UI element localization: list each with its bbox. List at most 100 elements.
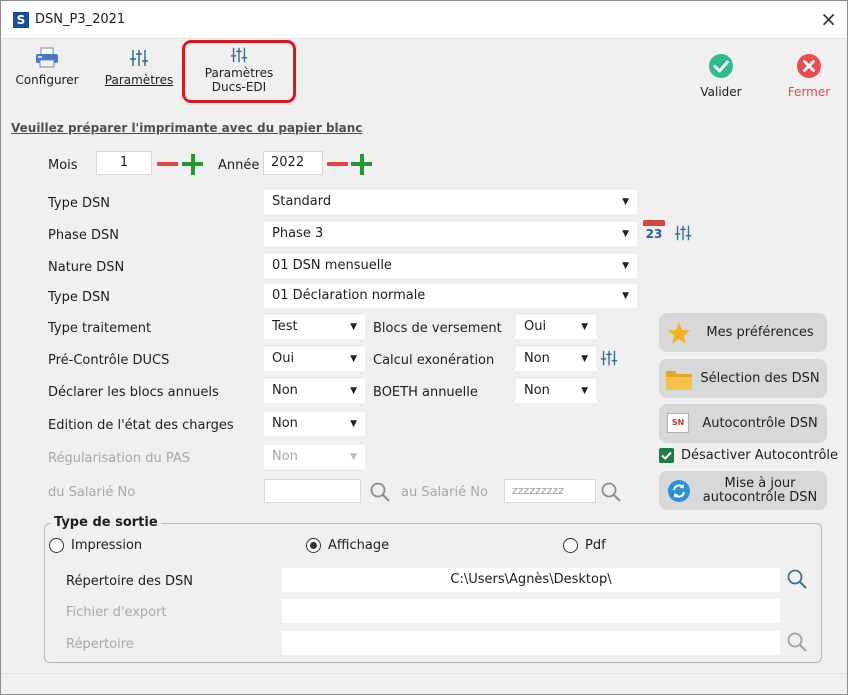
repertoire-dsn-label: Répertoire des DSN [66,574,194,589]
phase-dsn-label: Phase DSN [48,228,119,243]
affichage-label: Affichage [328,538,390,553]
exoneration-settings-icon[interactable] [599,348,619,368]
edition-value: Non [272,416,298,431]
refresh-icon [668,480,690,502]
boeth-label: BOETH annuelle [373,385,478,400]
mois-decrement-button[interactable] [157,162,178,166]
mes-preferences-label: Mes préférences [706,324,814,340]
type-traitement-select[interactable]: Test ▼ [264,315,365,339]
configurer-button[interactable]: Configurer [5,45,89,87]
impression-radio[interactable] [49,538,64,553]
pdf-label: Pdf [585,538,606,553]
search-icon[interactable] [369,481,391,503]
pre-controle-value: Oui [272,351,295,366]
type-sortie-title: Type de sortie [51,515,161,530]
affichage-radio[interactable] [306,538,321,553]
du-salarie-label: du Salarié No [48,485,136,500]
dialog-window: S DSN_P3_2021 × Configurer Paramètres Pa… [0,0,848,695]
mise-a-jour-line1: Mise à jour [724,475,796,491]
type-dsn2-label: Type DSN [48,290,110,305]
pre-controle-label: Pré-Contrôle DUCS [48,353,170,368]
selection-dsn-button[interactable]: Sélection des DSN [659,359,827,398]
mise-a-jour-autocontrole-button[interactable]: Mise à jour autocontrôle DSN [659,471,827,510]
edition-label: Edition de l'état des charges [48,418,234,433]
dropdown-arrow-icon: ▼ [622,261,629,271]
search-icon[interactable] [600,481,622,503]
dropdown-arrow-icon: ▼ [350,419,357,429]
printer-icon [36,47,58,68]
window-title: DSN_P3_2021 [35,12,126,27]
annee-input[interactable]: 2022 [263,151,323,175]
search-icon[interactable] [786,568,808,590]
type-traitement-label: Type traitement [48,321,152,336]
dropdown-arrow-icon: ▼ [350,452,357,462]
valider-button[interactable]: Valider [689,53,753,99]
fermer-button[interactable]: Fermer [777,53,841,99]
fermer-label: Fermer [787,85,831,99]
dropdown-arrow-icon: ▼ [622,229,629,239]
checkmark-icon [661,451,672,460]
sliders-icon [130,50,148,66]
au-salarie-input[interactable]: zzzzzzzzz [504,479,596,503]
nature-dsn-value: 01 DSN mensuelle [272,258,392,273]
du-salarie-input[interactable] [264,479,361,503]
mes-preferences-button[interactable]: Mes préférences [659,313,827,352]
parametres-button[interactable]: Paramètres [99,45,179,87]
mise-a-jour-line2: autocontrôle DSN [702,489,818,505]
window-close-button[interactable]: × [820,7,837,31]
phase-settings-icon[interactable] [673,223,693,243]
type-dsn-label: Type DSN [48,196,110,211]
printer-notice: Veuillez préparer l'imprimante avec du p… [11,121,363,135]
parametres-ducs-edi-button[interactable]: Paramètres Ducs-EDI [187,45,291,94]
type-dsn2-value: 01 Déclaration normale [272,288,426,303]
blocs-annuels-select[interactable]: Non ▼ [264,379,365,403]
fichier-export-label: Fichier d'export [66,605,167,620]
title-bar: S DSN_P3_2021 × [1,1,847,39]
nature-dsn-label: Nature DSN [48,260,125,275]
regul-pas-select: Non ▼ [264,445,365,469]
mois-input[interactable]: 1 [96,151,152,175]
impression-label: Impression [71,538,143,553]
parametres-ducs-label-line1: Paramètres [204,66,274,80]
parametres-ducs-label-line2: Ducs-EDI [211,80,267,94]
dropdown-arrow-icon: ▼ [581,354,588,364]
pdf-radio[interactable] [563,538,578,553]
calendar-icon[interactable]: 23 [643,220,665,244]
sliders-icon [230,47,248,63]
star-icon [668,322,690,344]
phase-dsn-value: Phase 3 [272,226,324,241]
type-dsn2-select[interactable]: 01 Déclaration normale ▼ [264,284,637,308]
blocs-versement-label: Blocs de versement [373,321,502,336]
dropdown-arrow-icon: ▼ [350,354,357,364]
fichier-export-input [282,599,780,623]
annee-label: Année [218,158,260,173]
blocs-annuels-value: Non [272,383,298,398]
repertoire-input [282,631,780,655]
dsn-doc-icon: SN [667,413,689,433]
mois-label: Mois [48,158,78,173]
dropdown-arrow-icon: ▼ [350,322,357,332]
calendar-day: 23 [645,227,663,241]
selection-dsn-label: Sélection des DSN [700,370,820,386]
phase-dsn-select[interactable]: Phase 3 ▼ [264,222,637,246]
boeth-value: Non [524,383,550,398]
edition-select[interactable]: Non ▼ [264,412,365,436]
type-dsn-select[interactable]: Standard ▼ [264,190,637,214]
app-logo-icon: S [13,12,29,28]
dropdown-arrow-icon: ▼ [622,197,629,207]
calcul-exo-label: Calcul exonération [373,353,495,368]
boeth-select[interactable]: Non ▼ [516,379,596,403]
pre-controle-select[interactable]: Oui ▼ [264,347,365,371]
status-bar [1,673,847,694]
annee-decrement-button[interactable] [327,162,348,166]
parametres-label: Paramètres [104,73,174,87]
desactiver-autocontrole-checkbox[interactable] [659,448,674,463]
calcul-exo-select[interactable]: Non ▼ [516,347,596,371]
autocontrole-dsn-button[interactable]: SN Autocontrôle DSN [659,404,827,443]
nature-dsn-select[interactable]: 01 DSN mensuelle ▼ [264,254,637,278]
repertoire-dsn-input[interactable]: C:\Users\Agnès\Desktop\ [282,568,780,592]
plus-icon [360,154,364,175]
blocs-versement-value: Oui [524,319,547,334]
dropdown-arrow-icon: ▼ [581,322,588,332]
blocs-versement-select[interactable]: Oui ▼ [516,315,596,339]
